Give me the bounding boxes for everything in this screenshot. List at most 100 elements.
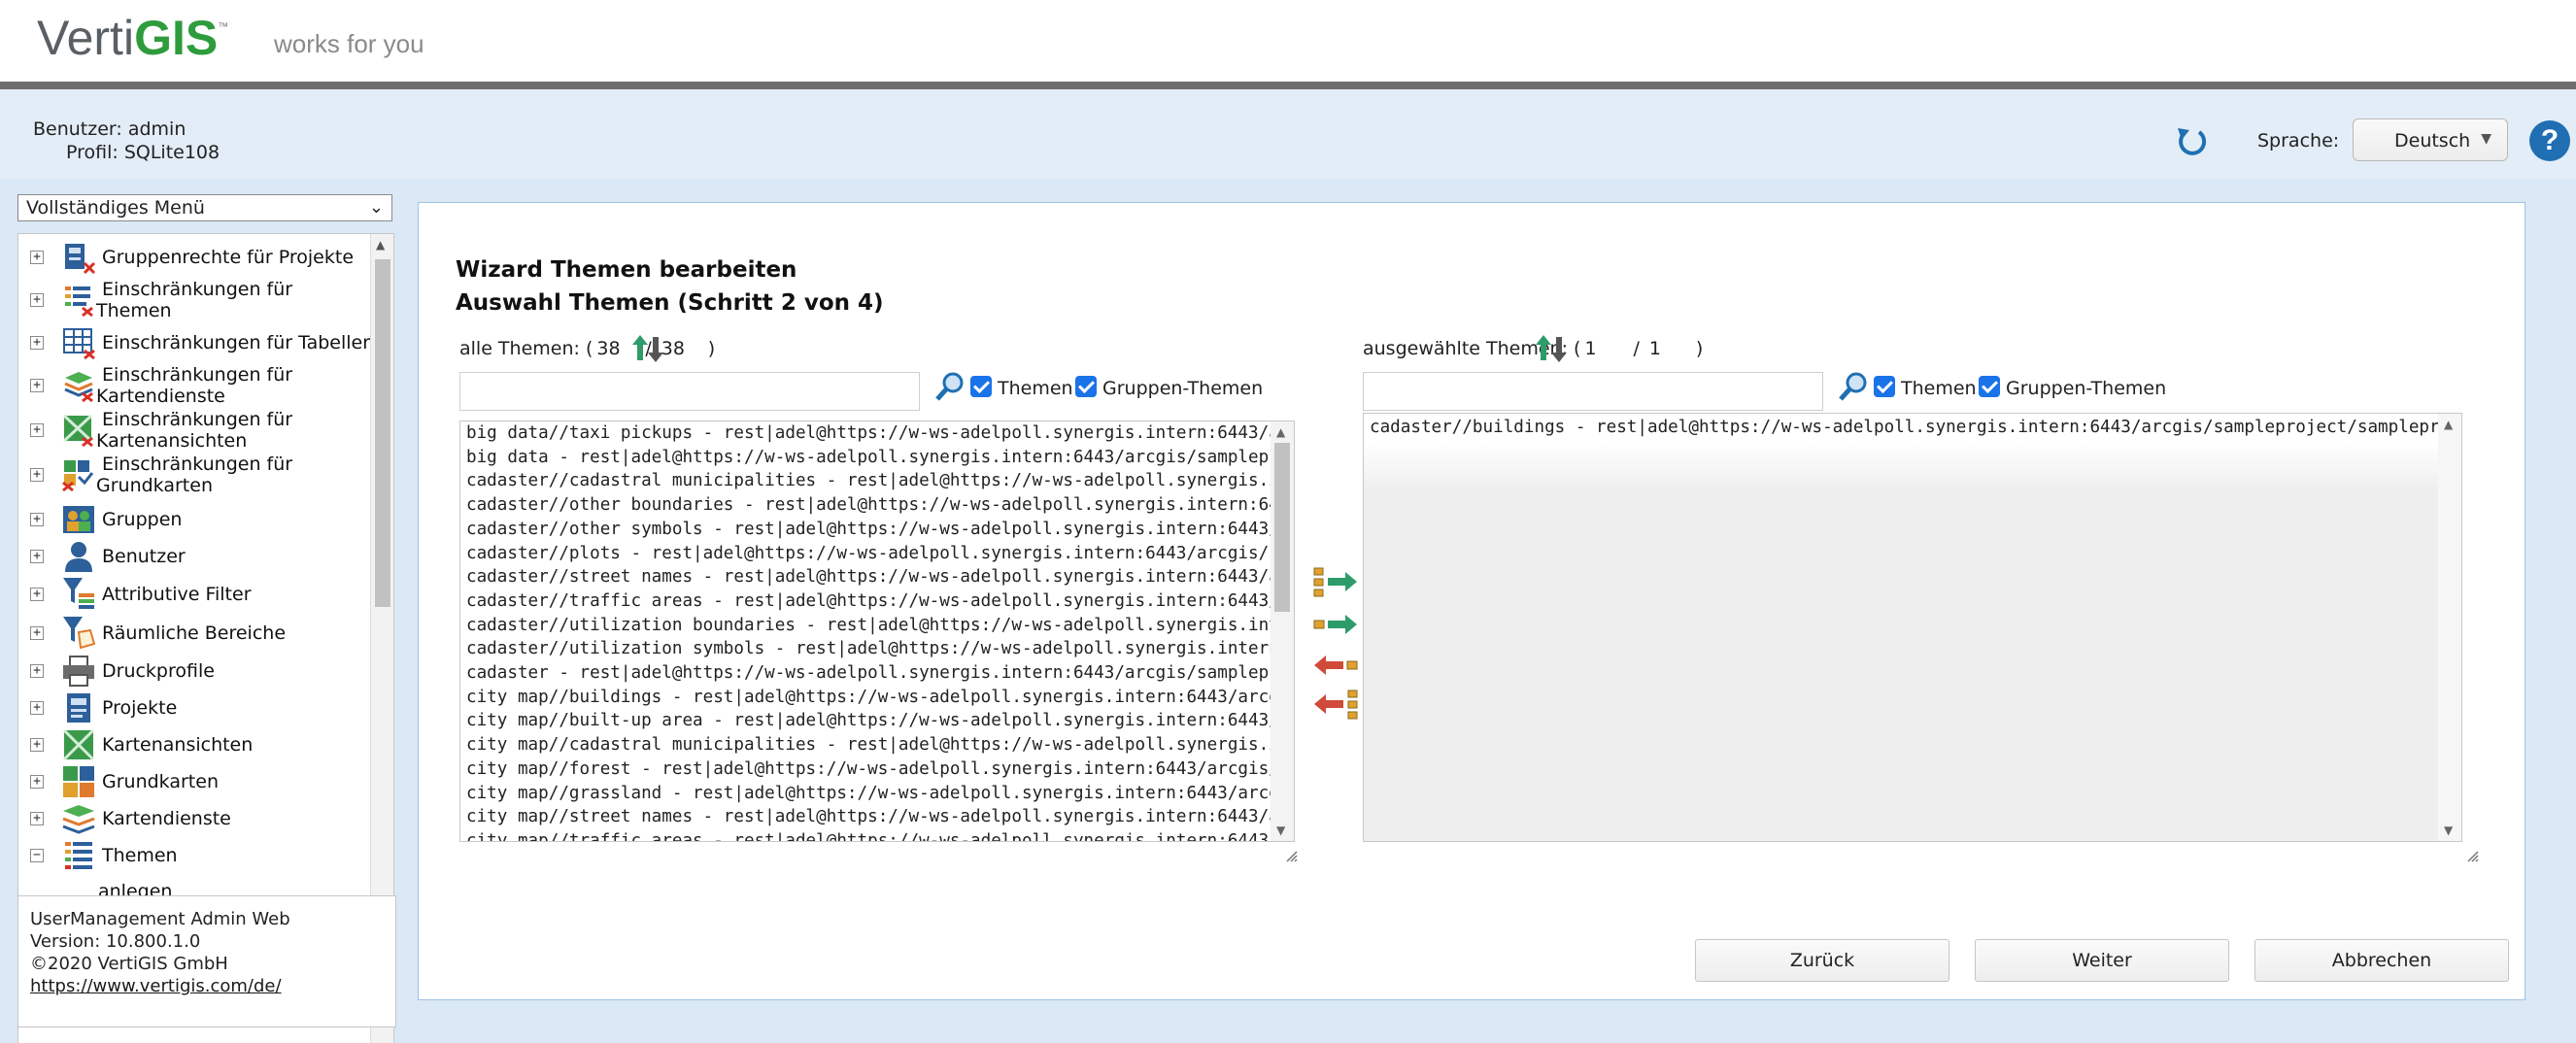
- cancel-button[interactable]: Abbrechen: [2254, 939, 2509, 982]
- tree-item-group-rights[interactable]: + Gruppenrechte für Projekte: [18, 240, 368, 275]
- expand-icon[interactable]: +: [30, 701, 44, 715]
- add-all-themes-button[interactable]: [1312, 566, 1359, 601]
- search-icon[interactable]: [933, 370, 966, 403]
- list-item[interactable]: cadaster//plots - rest|adel@https://w-ws…: [466, 542, 1294, 565]
- help-icon[interactable]: ?: [2529, 120, 2570, 161]
- expand-icon[interactable]: +: [30, 293, 44, 307]
- list-scrollbar[interactable]: ▲ ▼: [1271, 421, 1294, 841]
- next-button[interactable]: Weiter: [1975, 939, 2229, 982]
- list-item[interactable]: city map//grassland - rest|adel@https://…: [466, 782, 1294, 805]
- main-content: Wizard Themen bearbeiten Auswahl Themen …: [400, 179, 2576, 1043]
- tree-item-basemaps[interactable]: + Grundkarten: [18, 764, 368, 799]
- list-item[interactable]: city map//buildings - rest|adel@https://…: [466, 686, 1294, 709]
- sort-icon[interactable]: [1534, 331, 1569, 366]
- expand-icon[interactable]: +: [30, 336, 44, 350]
- tree-item-print-profiles[interactable]: + Druckprofile: [18, 654, 368, 689]
- tree-item-projects[interactable]: + Projekte: [18, 690, 368, 725]
- sort-icon[interactable]: [630, 331, 665, 366]
- list-item[interactable]: big data//taxi pickups - rest|adel@https…: [466, 421, 1294, 445]
- scroll-down-icon[interactable]: ▼: [2444, 824, 2453, 837]
- expand-icon[interactable]: +: [30, 251, 44, 264]
- vertigis-link[interactable]: https://www.vertigis.com/de/: [30, 975, 384, 997]
- expand-icon[interactable]: +: [30, 812, 44, 825]
- collapse-icon[interactable]: −: [30, 849, 44, 862]
- app-header: VertiGIS™ works for you: [0, 0, 2576, 82]
- list-scrollbar[interactable]: ▲ ▼: [2438, 414, 2461, 841]
- list-item[interactable]: city map//built-up area - rest|adel@http…: [466, 709, 1294, 732]
- tree-item-theme-restrictions[interactable]: + Einschränkungen für Themen: [18, 279, 368, 321]
- expand-icon[interactable]: +: [30, 738, 44, 752]
- tree-item-mapview-restrictions[interactable]: + Einschränkungen für Kartenansichten: [18, 409, 368, 452]
- list-item[interactable]: cadaster - rest|adel@https://w-ws-adelpo…: [466, 661, 1294, 685]
- expand-icon[interactable]: +: [30, 626, 44, 640]
- language-label: Sprache:: [2257, 130, 2340, 151]
- list-item[interactable]: cadaster//utilization boundaries - rest|…: [466, 614, 1294, 637]
- selected-themes-filter-input[interactable]: [1363, 372, 1823, 411]
- list-item[interactable]: city map//street names - rest|adel@https…: [466, 805, 1294, 828]
- tree-item-groups[interactable]: + Gruppen: [18, 502, 368, 537]
- expand-icon[interactable]: +: [30, 379, 44, 392]
- language-select[interactable]: Deutsch ▼: [2353, 118, 2508, 161]
- expand-icon[interactable]: +: [30, 588, 44, 601]
- tree-item-label: Gruppenrechte für Projekte: [102, 247, 355, 268]
- expand-icon[interactable]: +: [30, 664, 44, 678]
- user-icon: [65, 542, 92, 572]
- scroll-up-icon[interactable]: ▲: [1276, 425, 1285, 439]
- list-item[interactable]: city map//cadastral municipalities - res…: [466, 733, 1294, 757]
- info-bar: Benutzer: admin Profil: SQLite108 Sprach…: [0, 89, 2576, 179]
- expand-icon[interactable]: +: [30, 513, 44, 526]
- tree-item-basemap-restrictions[interactable]: + Einschränkungen für Grundkarten: [18, 454, 368, 496]
- tree-item-mapservices[interactable]: + Kartendienste: [18, 801, 368, 836]
- scroll-up-icon[interactable]: ▲: [2444, 418, 2453, 431]
- list-item[interactable]: cadaster//other symbols - rest|adel@http…: [466, 518, 1294, 541]
- all-themes-filter-input[interactable]: [459, 372, 920, 411]
- remove-all-themes-button[interactable]: [1312, 689, 1359, 723]
- list-item[interactable]: cadaster//traffic areas - rest|adel@http…: [466, 589, 1294, 613]
- tree-item-mapviews[interactable]: + Kartenansichten: [18, 727, 368, 762]
- list-item[interactable]: cadaster//utilization symbols - rest|ade…: [466, 637, 1294, 660]
- themes-checkbox-label: Themen: [1901, 378, 1977, 399]
- list-item[interactable]: cadaster//street names - rest|adel@https…: [466, 565, 1294, 589]
- all-themes-list[interactable]: big data//taxi pickups - rest|adel@https…: [459, 421, 1295, 842]
- list-item[interactable]: city map//traffic areas - rest|adel@http…: [466, 829, 1294, 841]
- list-item[interactable]: big data - rest|adel@https://w-ws-adelpo…: [466, 446, 1294, 469]
- group-themes-checkbox[interactable]: [1075, 376, 1097, 397]
- scroll-thumb[interactable]: [1274, 443, 1290, 612]
- expand-icon[interactable]: +: [30, 423, 44, 437]
- basemap-icon: [63, 766, 94, 797]
- scroll-up-icon[interactable]: ▲: [376, 238, 385, 252]
- expand-icon[interactable]: +: [30, 775, 44, 789]
- expand-icon[interactable]: +: [30, 468, 44, 482]
- tree-item-spatial-areas[interactable]: + Räumliche Bereiche: [18, 615, 368, 652]
- add-selected-theme-button[interactable]: [1312, 609, 1359, 644]
- resize-grip-icon[interactable]: [2466, 850, 2480, 863]
- search-icon[interactable]: [1837, 370, 1870, 403]
- header-divider: [0, 82, 2576, 89]
- remove-selected-theme-button[interactable]: [1312, 650, 1359, 685]
- tagline: works for you: [274, 29, 424, 58]
- tree-item-attribute-filter[interactable]: + Attributive Filter: [18, 576, 368, 613]
- list-item[interactable]: city map//forest - rest|adel@https://w-w…: [466, 757, 1294, 781]
- back-button[interactable]: Zurück: [1695, 939, 1949, 982]
- reload-icon[interactable]: [2172, 122, 2211, 161]
- tree-item-themes[interactable]: − Themen: [18, 838, 368, 873]
- themes-checkbox[interactable]: [1874, 376, 1895, 397]
- vertigis-logo: VertiGIS™: [37, 11, 229, 65]
- list-item[interactable]: cadaster//cadastral municipalities - res…: [466, 469, 1294, 492]
- themes-checkbox[interactable]: [970, 376, 992, 397]
- list-item[interactable]: cadaster//buildings - rest|adel@https://…: [1370, 416, 2461, 439]
- selected-themes-list[interactable]: cadaster//buildings - rest|adel@https://…: [1363, 413, 2462, 842]
- tree-item-label: Projekte: [102, 697, 178, 719]
- group-themes-checkbox[interactable]: [1979, 376, 2000, 397]
- tree-item-table-restrictions[interactable]: + Einschränkungen für Tabellen: [18, 325, 370, 360]
- tree-item-label: Grundkarten: [102, 771, 219, 792]
- expand-icon[interactable]: +: [30, 550, 44, 563]
- tree-item-mapservice-restrictions[interactable]: + Einschränkungen für Kartendienste: [18, 364, 368, 407]
- menu-select[interactable]: Vollständiges Menü ⌄: [17, 194, 392, 221]
- tree-item-users[interactable]: + Benutzer: [18, 539, 368, 574]
- list-item[interactable]: cadaster//other boundaries - rest|adel@h…: [466, 493, 1294, 517]
- tree-item-label-cont: Grundkarten: [96, 475, 213, 496]
- scroll-thumb[interactable]: [375, 259, 390, 607]
- resize-grip-icon[interactable]: [1285, 850, 1299, 863]
- scroll-down-icon[interactable]: ▼: [1276, 824, 1285, 837]
